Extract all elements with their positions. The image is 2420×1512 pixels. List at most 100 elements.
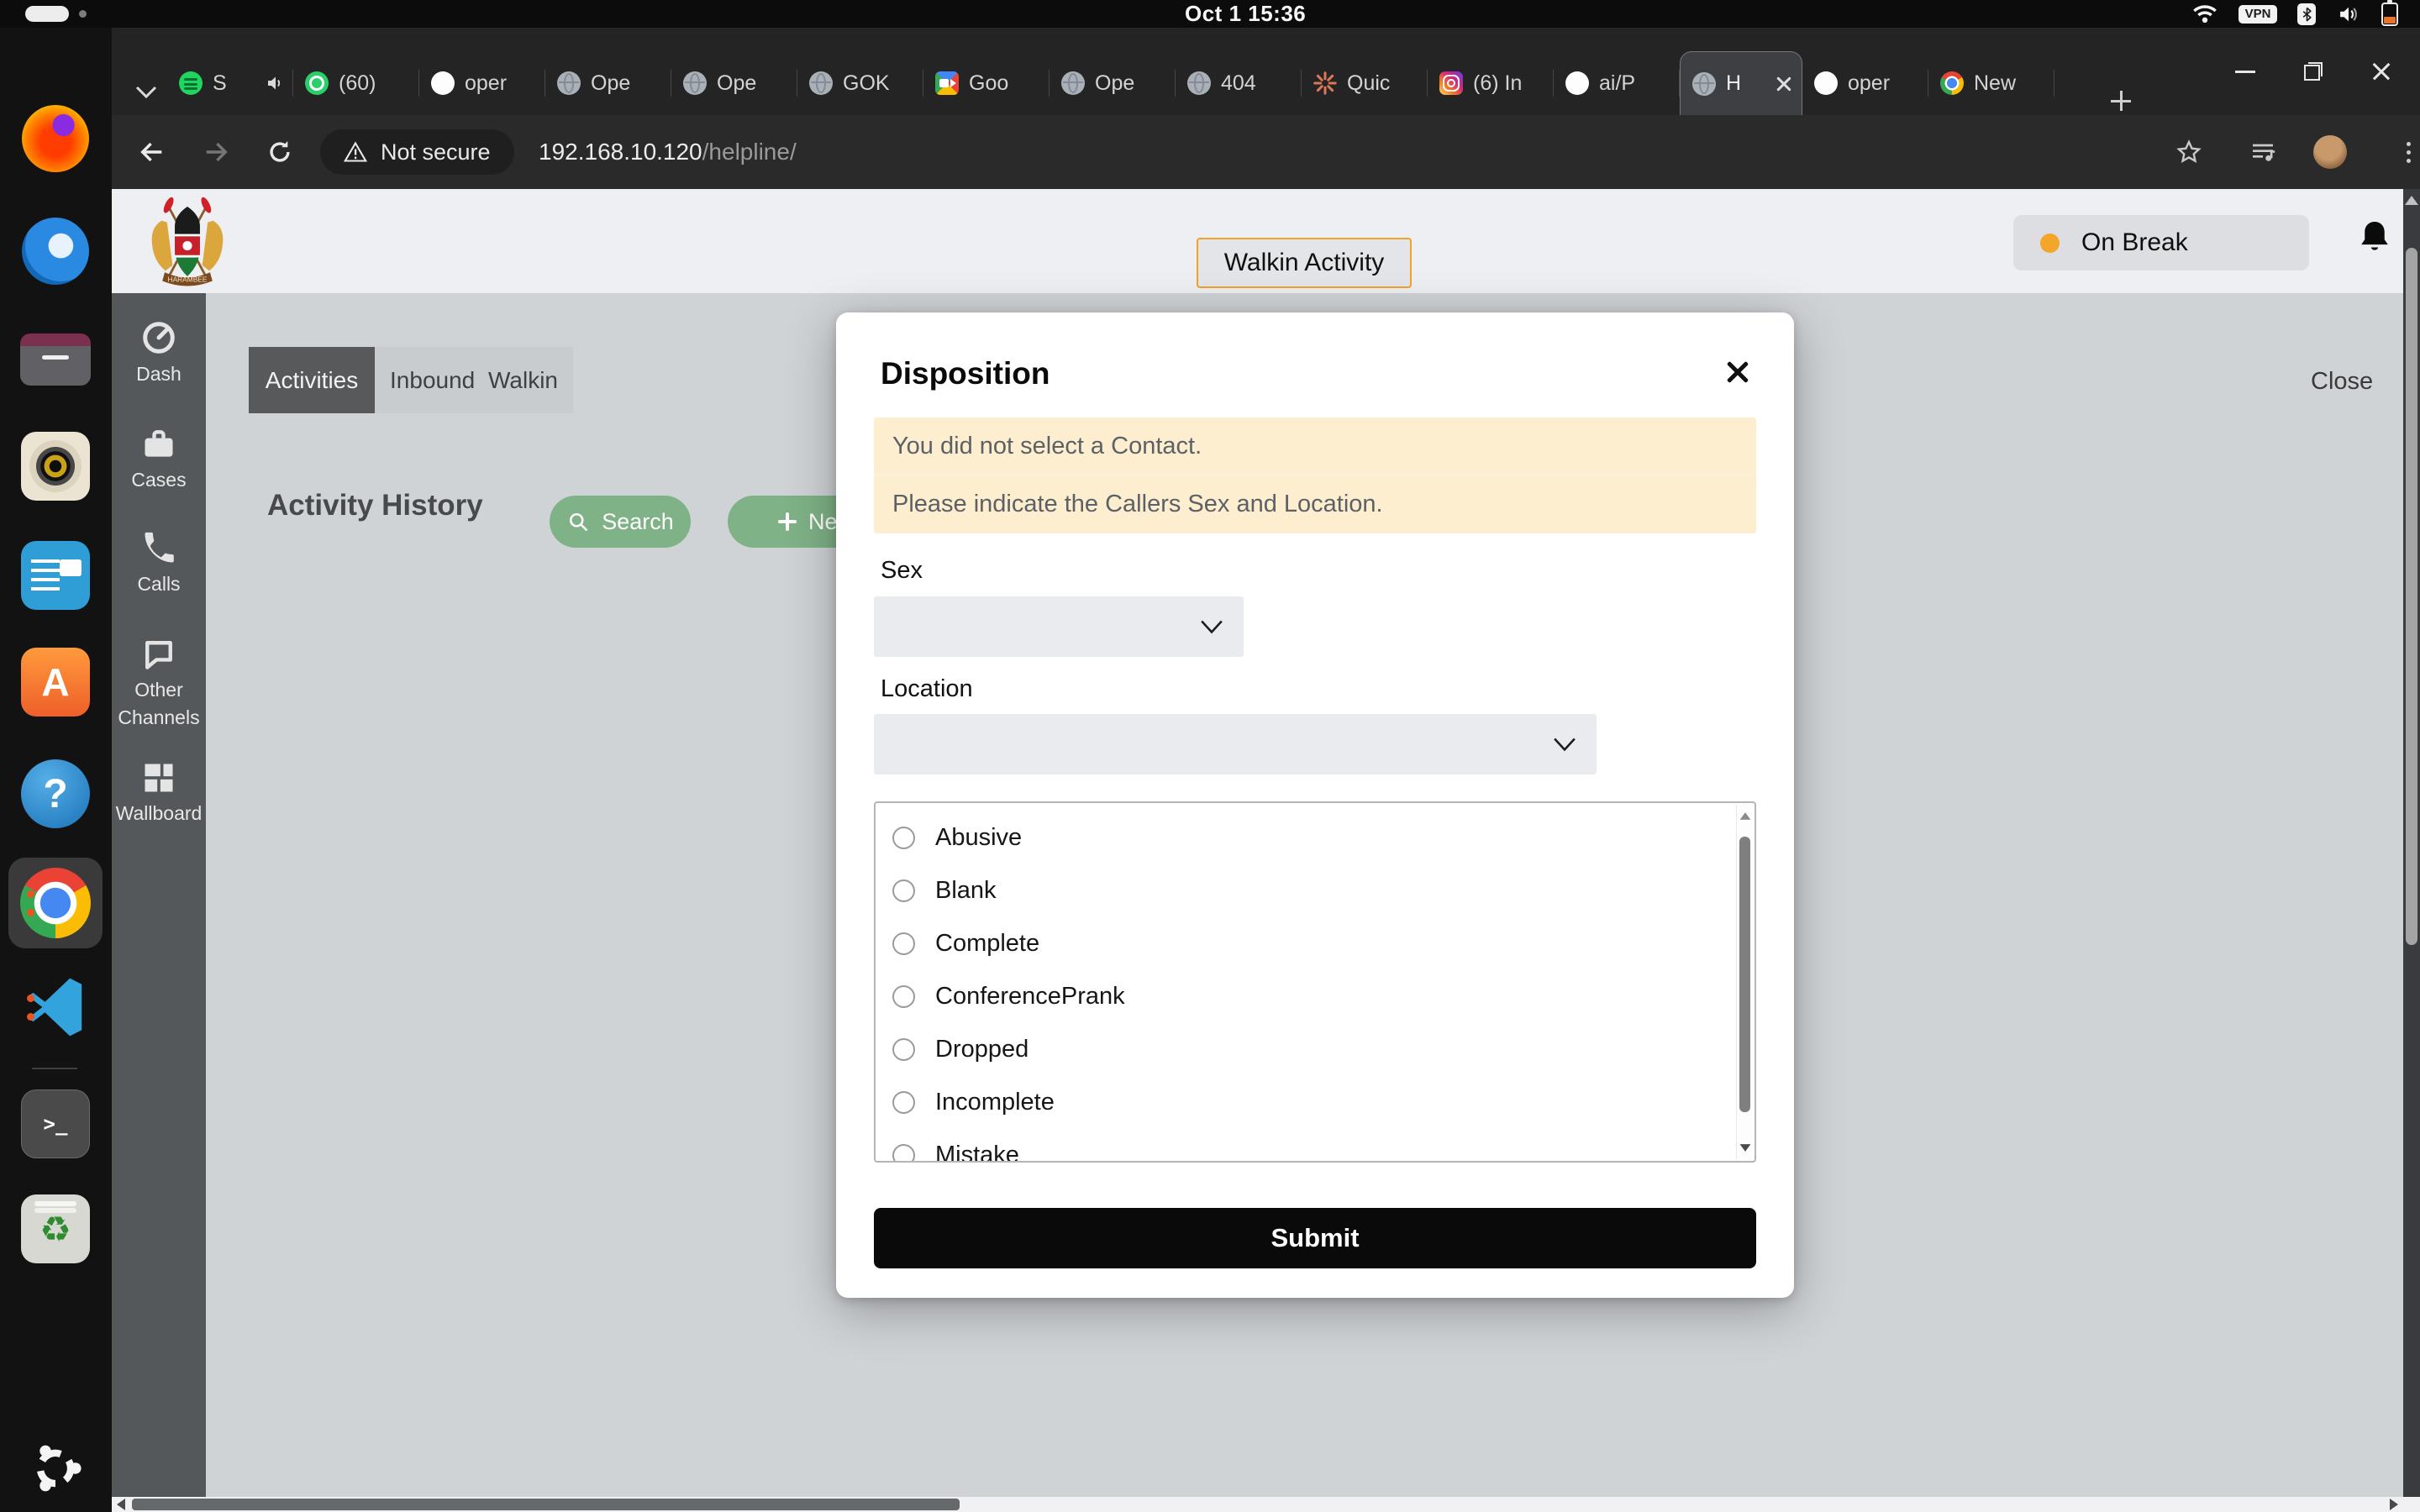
tab-search-button[interactable] [130,78,162,107]
tab-new-tab-page[interactable]: New [1928,51,2054,115]
list-scroll-down-arrow[interactable] [1740,1144,1751,1152]
files-icon[interactable] [19,323,92,396]
trash-icon[interactable]: ♻ [19,1193,92,1265]
tab-instagram[interactable]: (6) In [1428,51,1554,115]
location-label: Location [881,675,973,703]
horizontal-scroll-thumb[interactable] [132,1499,960,1510]
tab-claude[interactable]: Quic [1302,51,1428,115]
option-mistake[interactable]: Mistake [876,1129,1754,1163]
radio-button[interactable] [892,932,915,955]
tab-web-3[interactable]: Ope [1050,51,1176,115]
browser-menu-icon[interactable] [2394,138,2420,166]
submit-button[interactable]: Submit [874,1208,1756,1268]
tab-github-1[interactable]: oper [419,51,545,115]
tab-404[interactable]: 404 [1176,51,1302,115]
kenya-coat-of-arms-logo: HARAMBEE [133,196,242,286]
tab-gok[interactable]: GOK [797,51,923,115]
radio-button[interactable] [892,1091,915,1114]
list-scroll-thumb[interactable] [1739,837,1750,1112]
new-tab-button[interactable] [2103,83,2139,118]
tab-helpline-active[interactable]: H [1680,51,1802,115]
option-conferenceprank[interactable]: ConferencePrank [876,970,1754,1023]
list-scrollbar[interactable] [1736,805,1753,1159]
horizontal-scrollbar[interactable] [112,1497,2420,1512]
sidebar: Dash Cases Calls [112,293,206,1497]
vertical-scrollbar[interactable] [2403,189,2420,1497]
vertical-scroll-thumb[interactable] [2406,248,2417,945]
reload-button[interactable] [263,135,297,169]
running-indicator [27,890,34,898]
search-button[interactable]: Search [550,496,691,548]
thunderbird-icon[interactable] [19,215,92,287]
spotify-favicon [179,71,203,95]
walkin-activity-button[interactable]: Walkin Activity [1197,238,1412,288]
firefox-icon[interactable] [19,102,92,175]
tab-close-icon[interactable] [1775,75,1793,93]
workspace-dot[interactable] [79,10,87,18]
status-badge[interactable]: On Break [2013,215,2309,270]
option-incomplete[interactable]: Incomplete [876,1076,1754,1129]
scroll-left-arrow[interactable] [117,1499,125,1510]
media-queue-icon[interactable] [2246,135,2280,169]
running-indicator [27,995,34,1002]
sidebar-item-other-channels[interactable]: Other Channels [112,636,206,732]
security-chip[interactable]: Not secure [320,129,514,175]
system-top-bar: Oct 1 15:36 VPN [0,0,2420,28]
tab-google-meet[interactable]: Goo [923,51,1050,115]
radio-button[interactable] [892,1038,915,1061]
radio-button[interactable] [892,827,915,849]
vscode-icon[interactable] [19,971,92,1043]
dock-divider [32,1068,77,1069]
modal-close-icon[interactable] [1725,360,1750,385]
rhythmbox-icon[interactable] [19,430,92,502]
scroll-up-arrow[interactable] [2405,196,2418,205]
minimize-button[interactable] [2235,71,2255,73]
radio-button[interactable] [892,879,915,902]
workspace-indicator[interactable] [25,6,69,22]
tab-github-3[interactable]: oper [1802,51,1928,115]
app-center-icon[interactable]: A [19,646,92,718]
sex-select[interactable] [874,596,1244,657]
list-scroll-up-arrow[interactable] [1740,812,1751,820]
tab-web-2[interactable]: Ope [671,51,797,115]
terminal-icon[interactable]: >_ [19,1088,92,1160]
sidebar-item-dash[interactable]: Dash [112,318,206,388]
warning-line: You did not select a Contact. [874,417,1756,475]
sidebar-item-cases[interactable]: Cases [112,426,206,494]
ubuntu-menu-icon[interactable] [19,1432,92,1504]
option-complete[interactable]: Complete [876,917,1754,970]
sidebar-item-wallboard[interactable]: Wallboard [112,759,206,827]
tab-spotify[interactable]: S [167,51,293,115]
forward-button[interactable] [199,135,233,169]
tab-audio-icon[interactable] [265,75,285,92]
scroll-right-arrow[interactable] [2390,1499,2398,1510]
sidebar-item-calls[interactable]: Calls [112,530,206,598]
system-clock[interactable]: Oct 1 15:36 [1185,0,1306,28]
window-close-button[interactable] [2371,61,2391,81]
back-button[interactable] [135,135,169,169]
restore-button[interactable] [2304,62,2323,81]
running-indicator [27,909,34,916]
document-viewer-icon[interactable] [19,539,92,612]
tab-web-1[interactable]: Ope [545,51,671,115]
profile-avatar[interactable] [2313,135,2347,169]
close-link[interactable]: Close [2311,368,2373,396]
tab-github-2[interactable]: ai/P [1554,51,1680,115]
notifications-bell-icon[interactable] [2356,217,2393,257]
address-bar[interactable]: 192.168.10.120/helpline/ [539,115,797,189]
instagram-favicon [1439,71,1463,95]
tab-whatsapp[interactable]: (60) [293,51,419,115]
option-abusive[interactable]: Abusive [876,811,1754,864]
option-blank[interactable]: Blank [876,864,1754,917]
svg-text:HARAMBEE: HARAMBEE [168,275,208,283]
chrome-dock-icon[interactable] [19,867,92,939]
radio-button[interactable] [892,1144,915,1163]
bookmark-star-icon[interactable] [2172,135,2206,169]
option-dropped[interactable]: Dropped [876,1023,1754,1076]
system-status-area[interactable]: VPN [2191,0,2398,28]
location-select[interactable] [874,714,1597,774]
radio-button[interactable] [892,985,915,1008]
help-icon[interactable]: ? [19,758,92,830]
tab-inbound-walkin[interactable]: Inbound Walkin [375,347,573,413]
tab-activities[interactable]: Activities [249,347,375,413]
